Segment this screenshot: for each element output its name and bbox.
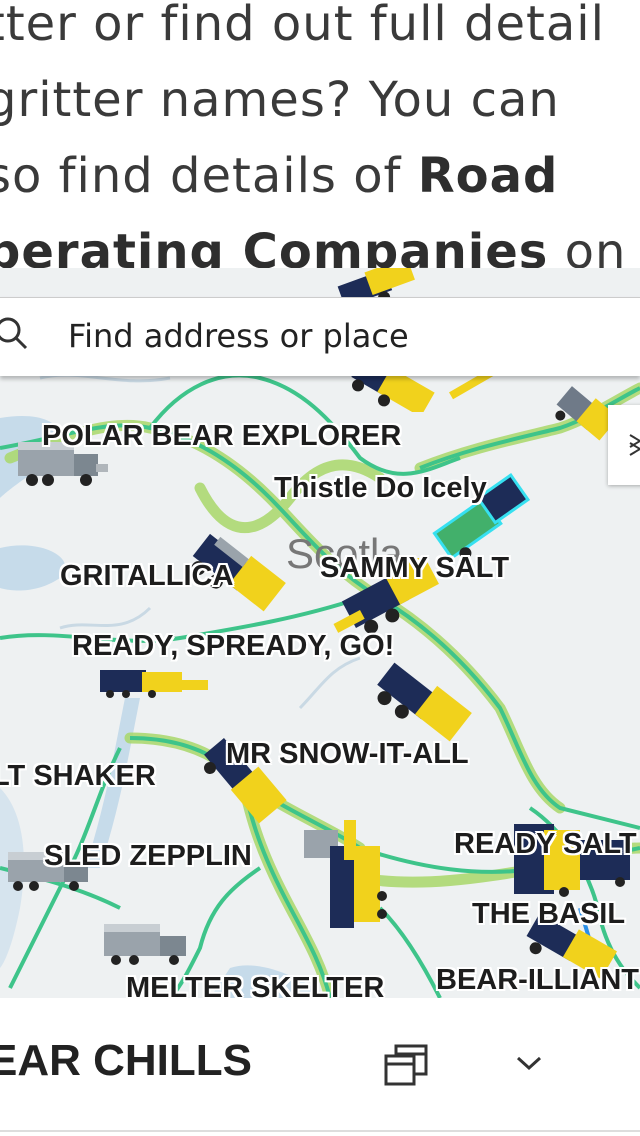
gritter-label[interactable]: SLED ZEPPLIN bbox=[44, 840, 252, 873]
gritter-map[interactable]: Scotland POLAR BEAR EXPLORER Thistle Do … bbox=[0, 268, 640, 998]
gritter-label[interactable]: Thistle Do Icely bbox=[274, 472, 487, 505]
road-link[interactable]: Road bbox=[418, 148, 559, 204]
gritter-label[interactable]: MELTER SKELTER bbox=[126, 972, 384, 998]
search-input[interactable] bbox=[66, 312, 610, 360]
gritter-label[interactable]: SAMMY SALT bbox=[320, 552, 509, 585]
search-icon[interactable] bbox=[0, 316, 34, 356]
gritter-label[interactable]: LT SHAKER bbox=[0, 760, 156, 793]
article-line: so find details of Road bbox=[0, 138, 640, 214]
restore-window-icon[interactable] bbox=[384, 1042, 428, 1086]
gritter-truck-icon[interactable] bbox=[100, 920, 196, 968]
article-text-span: so find details of bbox=[0, 148, 418, 204]
gritter-label[interactable]: BEAR-ILLIANT bbox=[436, 964, 639, 997]
gritter-label[interactable]: GRITALLICA bbox=[60, 560, 233, 593]
search-bar bbox=[0, 297, 640, 376]
gritter-label[interactable]: READY, SPREADY, GO! bbox=[72, 630, 394, 663]
gritter-label[interactable]: MR SNOW-IT-ALL bbox=[226, 738, 469, 771]
article-line: gritter names? You can bbox=[0, 72, 560, 128]
gritter-truck-icon[interactable] bbox=[96, 668, 212, 698]
article-line: tter or find out full detail bbox=[0, 0, 605, 52]
gritter-truck-icon[interactable] bbox=[366, 660, 476, 750]
layers-icon bbox=[629, 434, 640, 456]
gritter-label[interactable]: THE BASIL bbox=[472, 898, 625, 931]
panel-title: EAR CHILLS bbox=[0, 1036, 252, 1085]
chevron-down-icon[interactable] bbox=[514, 1052, 544, 1074]
gritter-label[interactable]: READY SALT bbox=[454, 828, 637, 861]
gritter-truck-icon[interactable] bbox=[300, 820, 400, 932]
divider bbox=[0, 1130, 640, 1132]
article-text: tter or find out full detail gritter nam… bbox=[0, 0, 640, 290]
layers-button[interactable] bbox=[608, 405, 640, 485]
gritter-label[interactable]: POLAR BEAR EXPLORER bbox=[42, 420, 401, 453]
